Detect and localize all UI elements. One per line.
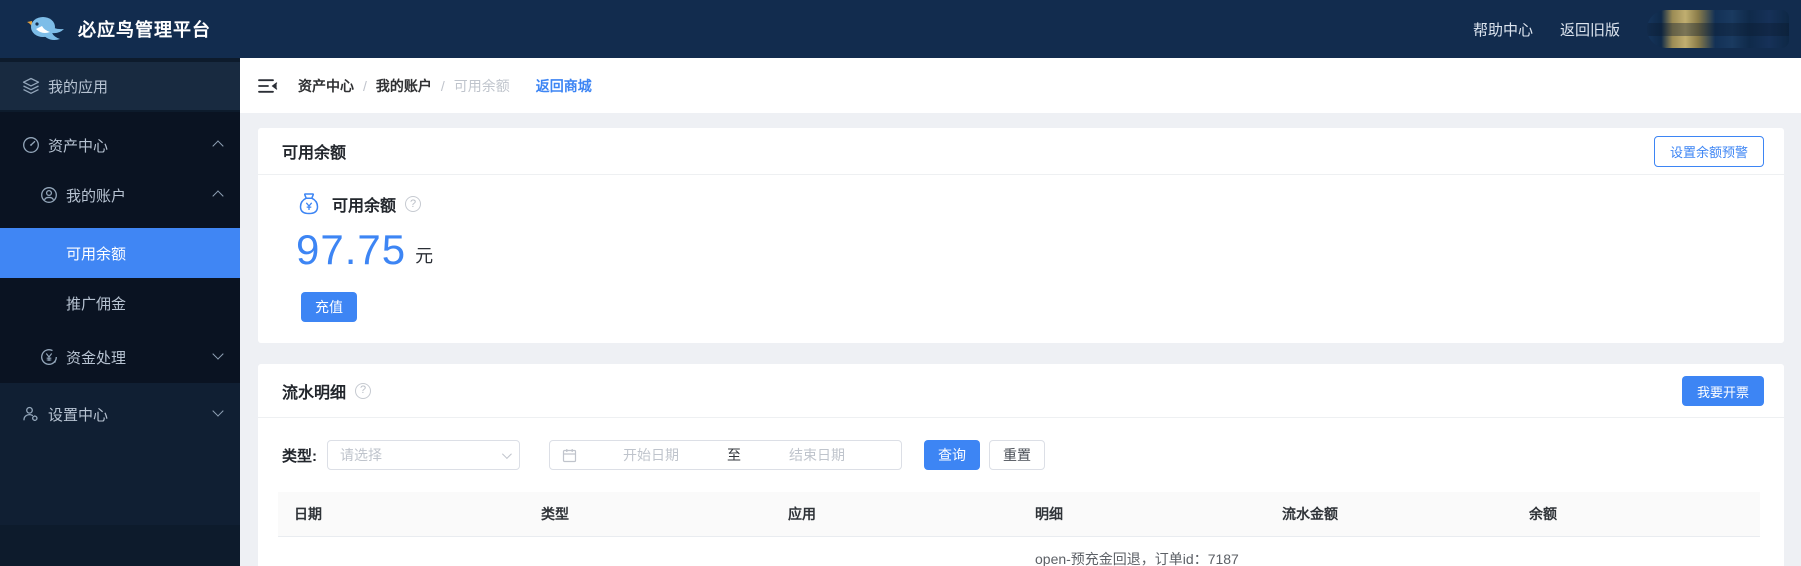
flow-card-header: 流水明细 ? 我要开票	[258, 364, 1784, 418]
request-invoice-button[interactable]: 我要开票	[1681, 376, 1764, 406]
table-row: open-预充金回退，订单id：7187	[278, 537, 1760, 566]
account-icon	[40, 186, 58, 204]
cell-app	[772, 537, 1019, 566]
main-content: 资产中心 / 我的账户 / 可用余额 返回商城 可用余额 设置余额预警 可用余额…	[240, 58, 1801, 566]
dashboard-icon	[22, 136, 40, 154]
balance-unit: 元	[415, 246, 434, 266]
type-filter-label: 类型:	[282, 447, 317, 465]
sidebar-item-settings-center[interactable]: 设置中心	[0, 389, 240, 439]
type-select[interactable]: 请选择	[327, 440, 520, 470]
app-title: 必应鸟管理平台	[78, 20, 211, 40]
sidebar-item-label: 设置中心	[48, 406, 109, 424]
navbar-right: 帮助中心 返回旧版	[1473, 10, 1789, 48]
chevron-down-icon	[212, 405, 224, 417]
calendar-icon	[562, 448, 577, 463]
help-center-link[interactable]: 帮助中心	[1473, 19, 1533, 40]
app-window: 必应鸟管理平台 帮助中心 返回旧版 我的应用 资产中心 我的账户 可用余额 推广…	[0, 0, 1801, 566]
sidebar-item-label: 可用余额	[66, 245, 127, 263]
sidebar-section-assets: 资产中心 我的账户 可用余额 推广佣金 资金处理	[0, 112, 240, 383]
column-header-detail: 明细	[1035, 506, 1063, 522]
set-balance-alert-button[interactable]: 设置余额预警	[1653, 136, 1764, 167]
flow-table-header: 日期 类型 应用 明细 流水金额 余额	[278, 492, 1760, 537]
sidebar-item-my-apps[interactable]: 我的应用	[0, 62, 240, 110]
breadcrumb: 资产中心 / 我的账户 / 可用余额	[298, 76, 510, 96]
breadcrumb-item-current: 可用余额	[453, 77, 510, 94]
user-gear-icon	[22, 405, 40, 423]
recharge-button[interactable]: 充值	[301, 292, 357, 322]
column-header-date: 日期	[294, 506, 322, 522]
sidebar-item-label: 推广佣金	[66, 295, 127, 313]
sidebar-item-available-balance[interactable]: 可用余额	[0, 228, 240, 278]
balance-amount: 97.75	[296, 226, 407, 273]
balance-card: 可用余额 设置余额预警 可用余额 ? 97.75 元 充值	[258, 128, 1784, 343]
balance-card-body: 可用余额 ? 97.75 元 充值	[258, 175, 1784, 322]
top-navbar: 必应鸟管理平台 帮助中心 返回旧版	[0, 0, 1801, 58]
cell-detail: open-预充金回退，订单id：7187	[1035, 551, 1239, 566]
breadcrumb-item-my-account[interactable]: 我的账户	[376, 76, 432, 96]
flow-table: 日期 类型 应用 明细 流水金额 余额 open-预充金回退，订单id：7187	[278, 492, 1760, 566]
sidebar-item-label: 资金处理	[66, 349, 127, 367]
chevron-down-icon	[501, 448, 512, 459]
sidebar-nav: 我的应用 资产中心 我的账户 可用余额 推广佣金 资金处理 设置中心	[0, 58, 240, 566]
breadcrumb-separator: /	[363, 77, 367, 94]
end-date-placeholder: 结束日期	[789, 447, 845, 463]
return-mall-link[interactable]: 返回商城	[536, 76, 592, 96]
type-select-placeholder: 请选择	[340, 447, 382, 463]
column-header-type: 类型	[541, 506, 569, 522]
balance-card-title: 可用余额	[282, 145, 347, 162]
sidebar-item-label: 我的账户	[66, 187, 127, 205]
flow-card-title: 流水明细	[282, 384, 347, 402]
sidebar-item-label: 资产中心	[48, 137, 109, 155]
cell-date	[278, 537, 525, 566]
sidebar-item-label: 我的应用	[48, 78, 109, 96]
breadcrumb-item-asset-center[interactable]: 资产中心	[298, 76, 354, 96]
user-account-redacted[interactable]	[1647, 10, 1789, 48]
cell-type	[525, 537, 772, 566]
sidebar-item-promo-commission[interactable]: 推广佣金	[0, 278, 240, 328]
balance-label: 可用余额	[332, 198, 397, 215]
reset-button[interactable]: 重置	[989, 440, 1045, 470]
layers-icon	[22, 77, 40, 95]
filter-row: 类型: 请选择 开始日期 至 结束日期 查询 重置	[282, 440, 1784, 470]
back-old-version-link[interactable]: 返回旧版	[1560, 19, 1620, 40]
column-header-balance: 余额	[1529, 506, 1557, 522]
start-date-placeholder: 开始日期	[623, 447, 679, 463]
flow-help-icon[interactable]: ?	[355, 382, 372, 399]
column-header-amount: 流水金额	[1282, 506, 1338, 522]
yuan-circle-icon	[40, 348, 58, 366]
breadcrumb-separator: /	[440, 77, 445, 94]
date-range-picker[interactable]: 开始日期 至 结束日期	[549, 440, 902, 470]
chevron-down-icon	[212, 348, 224, 360]
menu-fold-icon[interactable]	[258, 78, 278, 94]
chevron-up-icon	[212, 140, 224, 152]
sidebar-item-asset-center[interactable]: 资产中心	[0, 120, 240, 170]
column-header-app: 应用	[788, 506, 816, 522]
breadcrumb-bar: 资产中心 / 我的账户 / 可用余额 返回商城	[240, 58, 1801, 113]
chevron-up-icon	[212, 190, 224, 202]
bird-logo-icon	[26, 13, 66, 45]
money-bag-icon	[296, 191, 322, 217]
date-range-separator: 至	[727, 447, 741, 463]
cell-balance	[1513, 537, 1760, 566]
balance-card-header: 可用余额 设置余额预警	[258, 128, 1784, 175]
balance-help-icon[interactable]: ?	[405, 196, 422, 212]
sidebar-section-settings: 设置中心	[0, 383, 240, 525]
sidebar-item-funds-processing[interactable]: 资金处理	[0, 332, 240, 382]
cell-amount	[1266, 537, 1513, 566]
sidebar-item-my-account[interactable]: 我的账户	[0, 170, 240, 220]
query-button[interactable]: 查询	[924, 440, 980, 470]
flow-detail-card: 流水明细 ? 我要开票 类型: 请选择 开始日期 至 结束日期 查询 重置 日期…	[258, 364, 1784, 566]
